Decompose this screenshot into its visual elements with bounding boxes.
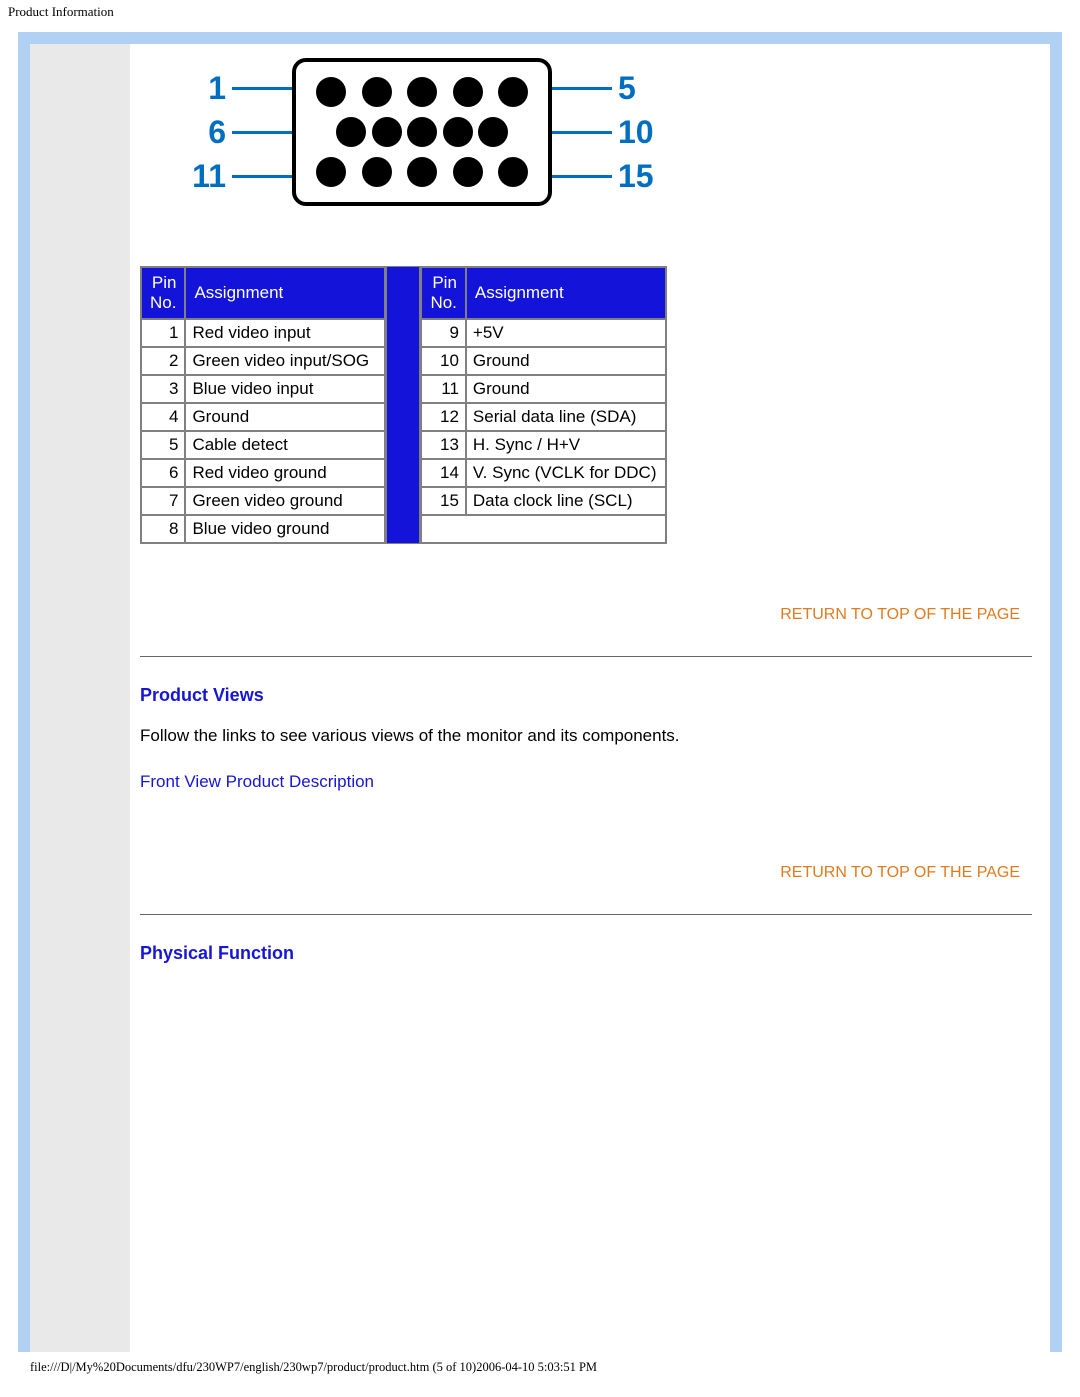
connector-line-icon — [232, 87, 292, 90]
table-spacer — [386, 266, 420, 544]
pin-header-assign: Assignment — [185, 267, 385, 319]
pin-cell-assign: Blue video input — [185, 375, 385, 403]
pin-cell-no: 1 — [141, 319, 185, 347]
pin-cell-no: 15 — [421, 487, 465, 515]
pin-dot-icon — [443, 117, 473, 147]
connector-line-icon — [232, 175, 292, 178]
pin-cell-assign: Data clock line (SCL) — [466, 487, 666, 515]
pin-cell-assign: Green video ground — [185, 487, 385, 515]
pin-cell-no: 14 — [421, 459, 465, 487]
pin-dot-icon — [407, 157, 437, 187]
pin-cell-assign: Serial data line (SDA) — [466, 403, 666, 431]
pin-cell-no: 11 — [421, 375, 465, 403]
return-to-top-link[interactable]: RETURN TO TOP OF THE PAGE — [140, 594, 1032, 636]
section-divider — [140, 656, 1032, 657]
pin-cell-assign: Cable detect — [185, 431, 385, 459]
pin-dot-icon — [336, 117, 366, 147]
pin-cell-no: 2 — [141, 347, 185, 375]
pin-label-5: 5 — [612, 70, 668, 107]
pin-cell-no: 3 — [141, 375, 185, 403]
pin-label-10: 10 — [612, 114, 668, 151]
pin-cell-assign: Red video input — [185, 319, 385, 347]
pin-cell-no: 6 — [141, 459, 185, 487]
pin-dot-icon — [316, 77, 346, 107]
pin-row-top — [316, 72, 528, 112]
pin-header-no: Pin No. — [421, 267, 465, 319]
pin-cell-no: 13 — [421, 431, 465, 459]
pin-cell-assign: Blue video ground — [185, 515, 385, 543]
connector-line-icon — [552, 175, 612, 178]
pin-cell-assign: +5V — [466, 319, 666, 347]
connector-line-icon — [552, 131, 612, 134]
pin-table-right: Pin No. Assignment 9+5V 10Ground 11Groun… — [420, 266, 666, 544]
pin-cell-no: 7 — [141, 487, 185, 515]
pin-dot-icon — [478, 117, 508, 147]
pin-cell-no: 12 — [421, 403, 465, 431]
connector-outline — [292, 58, 552, 206]
section-divider — [140, 914, 1032, 915]
pin-dot-icon — [453, 157, 483, 187]
return-to-top-link[interactable]: RETURN TO TOP OF THE PAGE — [140, 852, 1032, 894]
footer-file-path: file:///D|/My%20Documents/dfu/230WP7/eng… — [0, 1354, 1080, 1381]
pin-dot-icon — [407, 77, 437, 107]
page-header-title: Product Information — [0, 0, 1080, 24]
pin-cell-assign: Red video ground — [185, 459, 385, 487]
pin-cell-no: 9 — [421, 319, 465, 347]
pin-row-bottom — [316, 152, 528, 192]
product-views-body: Follow the links to see various views of… — [140, 726, 1032, 746]
pin-cell-no: 8 — [141, 515, 185, 543]
pin-dot-icon — [316, 157, 346, 187]
pin-header-assign: Assignment — [466, 267, 666, 319]
pin-dot-icon — [362, 77, 392, 107]
pin-dot-icon — [407, 117, 437, 147]
pin-dot-icon — [498, 77, 528, 107]
connector-left-labels: 1 6 11 — [176, 66, 292, 198]
pin-cell-assign: Ground — [466, 375, 666, 403]
pin-header-no: Pin No. — [141, 267, 185, 319]
pin-dot-icon — [362, 157, 392, 187]
pin-cell-assign: H. Sync / H+V — [466, 431, 666, 459]
connector-line-icon — [232, 131, 292, 134]
pin-dot-icon — [498, 157, 528, 187]
pin-cell-assign: Ground — [466, 347, 666, 375]
pin-label-11: 11 — [176, 158, 232, 195]
heading-product-views: Product Views — [140, 685, 1032, 706]
pin-label-6: 6 — [176, 114, 232, 151]
pin-dot-icon — [372, 117, 402, 147]
pin-label-1: 1 — [176, 70, 232, 107]
page-frame: 1 6 11 — [18, 32, 1062, 1352]
heading-physical-function: Physical Function — [140, 943, 1032, 964]
pin-row-middle — [316, 112, 528, 152]
connector-diagram: 1 6 11 — [176, 58, 1032, 206]
connector-right-labels: 5 10 15 — [552, 66, 668, 198]
empty-cell — [421, 515, 665, 543]
pin-cell-assign: Ground — [185, 403, 385, 431]
pin-table-left: Pin No. Assignment 1Red video input 2Gre… — [140, 266, 386, 544]
pin-cell-no: 10 — [421, 347, 465, 375]
front-view-link[interactable]: Front View Product Description — [140, 772, 1032, 792]
pin-cell-no: 4 — [141, 403, 185, 431]
main-content: 1 6 11 — [130, 44, 1050, 1352]
connector-line-icon — [552, 87, 612, 90]
left-gutter — [30, 44, 130, 1352]
pin-label-15: 15 — [612, 158, 668, 195]
pin-cell-no: 5 — [141, 431, 185, 459]
pin-cell-assign: Green video input/SOG — [185, 347, 385, 375]
pin-tables: Pin No. Assignment 1Red video input 2Gre… — [140, 266, 1032, 544]
pin-cell-assign: V. Sync (VCLK for DDC) — [466, 459, 666, 487]
pin-dot-icon — [453, 77, 483, 107]
